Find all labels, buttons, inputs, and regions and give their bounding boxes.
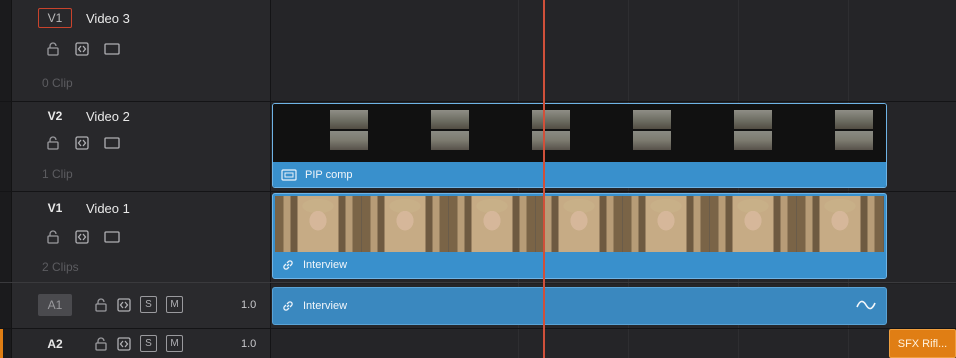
track-header-audio-1: A1 S M 1.0	[12, 283, 271, 328]
thumbnail	[275, 196, 362, 252]
playhead[interactable]	[543, 0, 545, 358]
clip-count: 2 Clips	[42, 260, 79, 274]
track-header-video-3: V1 Video 3 0 Clip	[12, 0, 271, 101]
link-icon	[281, 258, 295, 272]
clip-name: Interview	[303, 259, 348, 271]
thumbnail	[536, 196, 623, 252]
timeline: V1 Video 3 0 Clip V2 Video 2 1 Clip V1 V…	[0, 0, 956, 358]
track-patch[interactable]: V2	[38, 106, 72, 126]
link-icon	[281, 299, 295, 313]
clip-count: 0 Clip	[42, 76, 73, 90]
track-name[interactable]: Video 1	[86, 201, 130, 216]
track-header-video-2: V2 Video 2 1 Clip	[12, 102, 271, 191]
lock-icon[interactable]	[46, 136, 60, 150]
track-color-marker	[0, 329, 3, 358]
clip-name-bar: Interview	[273, 252, 886, 278]
track-header-audio-2: A2 S M 1.0	[12, 329, 271, 358]
clip-name-bar: PIP comp	[273, 162, 886, 187]
auto-select-icon[interactable]	[75, 136, 89, 150]
track-patch[interactable]: A1	[38, 294, 72, 316]
auto-select-icon[interactable]	[117, 336, 131, 351]
auto-select-icon[interactable]	[75, 230, 89, 244]
lock-icon[interactable]	[94, 297, 108, 312]
compound-clip-icon	[281, 168, 297, 181]
mute-button[interactable]: M	[166, 296, 183, 313]
clip-sfx[interactable]: SFX Rifl...	[889, 329, 956, 358]
track-name[interactable]: Video 2	[86, 109, 130, 124]
mute-button[interactable]: M	[166, 335, 183, 352]
track-lane-a2[interactable]	[271, 329, 956, 358]
track-header-video-1: V1 Video 1 2 Clips	[12, 192, 271, 282]
auto-select-icon[interactable]	[117, 297, 131, 312]
thumbnail	[330, 110, 368, 150]
clip-thumbnails	[275, 196, 884, 252]
track-patch[interactable]: A2	[38, 333, 72, 355]
clip-name: Interview	[303, 300, 348, 312]
lock-icon[interactable]	[94, 336, 108, 351]
waveform-icon[interactable]	[856, 298, 876, 312]
thumbnail	[362, 196, 449, 252]
track-volume[interactable]: 1.0	[241, 299, 256, 311]
solo-button[interactable]: S	[140, 335, 157, 352]
solo-button[interactable]: S	[140, 296, 157, 313]
clip-pip-comp[interactable]: PIP comp	[272, 103, 887, 188]
destination-patch[interactable]: V1	[38, 8, 72, 28]
thumbnail	[449, 196, 536, 252]
clip-count: 1 Clip	[42, 167, 73, 181]
video-monitor-icon[interactable]	[104, 43, 120, 55]
thumbnail	[431, 110, 469, 150]
thumbnail	[734, 110, 772, 150]
timeline-left-strip	[0, 0, 12, 358]
lock-icon[interactable]	[46, 42, 60, 56]
clip-thumbnails	[273, 104, 886, 162]
clip-interview-audio[interactable]: Interview	[272, 287, 887, 325]
thumbnail	[623, 196, 710, 252]
auto-select-icon[interactable]	[75, 42, 89, 56]
video-monitor-icon[interactable]	[104, 231, 120, 243]
clip-interview-video[interactable]: Interview	[272, 193, 887, 279]
thumbnail	[710, 196, 797, 252]
track-name[interactable]: Video 3	[86, 11, 130, 26]
thumbnail	[835, 110, 873, 150]
thumbnail	[532, 110, 570, 150]
track-volume[interactable]: 1.0	[241, 338, 256, 350]
clip-name: PIP comp	[305, 168, 353, 181]
thumbnail	[797, 196, 884, 252]
track-lane-v3[interactable]	[271, 0, 956, 102]
track-patch[interactable]: V1	[38, 198, 72, 218]
video-monitor-icon[interactable]	[104, 137, 120, 149]
lock-icon[interactable]	[46, 230, 60, 244]
thumbnail	[633, 110, 671, 150]
